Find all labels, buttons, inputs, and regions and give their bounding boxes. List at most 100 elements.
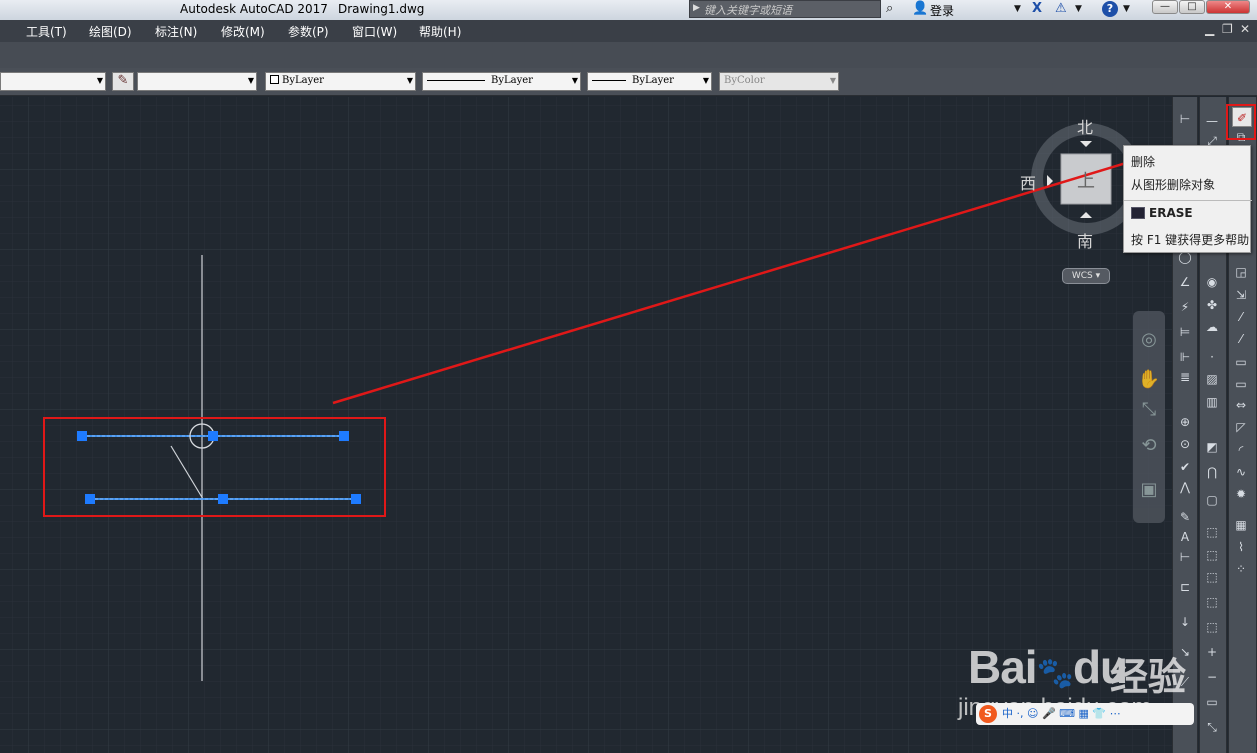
magnet-icon[interactable]: ⋂	[1202, 462, 1222, 482]
app-title: Autodesk AutoCAD 2017	[180, 2, 328, 16]
zoom-window-icon[interactable]: ⬚	[1202, 522, 1222, 542]
gradient-icon[interactable]: ▥	[1202, 392, 1222, 412]
break-at-point-icon[interactable]: ▭	[1231, 374, 1251, 394]
dim-update-icon[interactable]: ⊢	[1175, 547, 1195, 567]
explode-icon[interactable]: ✹	[1231, 484, 1251, 504]
properties-toolbar: ▼ ✎ ▼ ByLayer ▼ ByLayer ▼ ByLayer ▼ ByCo…	[0, 68, 1257, 96]
table-icon[interactable]: ▢	[1202, 490, 1222, 510]
help-dropdown-icon[interactable]: ▼	[1123, 4, 1130, 14]
extend-icon[interactable]: ⁄	[1231, 329, 1251, 349]
chamfer-icon[interactable]: ◸	[1231, 417, 1251, 437]
a360-icon[interactable]: ⚠	[1055, 1, 1067, 16]
style-combo[interactable]: ▼	[137, 72, 257, 91]
search-placeholder: 键入关键字或短语	[704, 4, 792, 17]
point-icon[interactable]: ·	[1202, 347, 1222, 367]
a360-dropdown-icon[interactable]: ▼	[1075, 4, 1082, 14]
menu-window[interactable]: 窗口(W)	[352, 23, 397, 40]
close-button[interactable]: ✕	[1206, 0, 1250, 14]
group-icon[interactable]: ▦	[1231, 515, 1251, 535]
trim-icon[interactable]: ⁄	[1231, 307, 1251, 327]
showmotion-icon[interactable]: ▣	[1137, 479, 1161, 503]
center-mark-icon[interactable]: ⊙	[1175, 434, 1195, 454]
region-icon[interactable]: ◩	[1202, 437, 1222, 457]
menu-parametric[interactable]: 参数(P)	[288, 23, 329, 40]
polyline-edit-icon[interactable]: ⌇	[1231, 537, 1251, 557]
command-line-icon	[1131, 207, 1145, 219]
dim-edit-icon[interactable]: ✎	[1175, 507, 1195, 527]
doc-restore-icon[interactable]: ❐	[1222, 22, 1233, 36]
linetype-combo[interactable]: ByLayer ▼	[422, 72, 581, 91]
doc-close-icon[interactable]: ✕	[1240, 22, 1250, 36]
tooltip-command: ERASE	[1131, 206, 1193, 220]
menu-modify[interactable]: 修改(M)	[221, 23, 265, 40]
ime-status-bar[interactable]: S 中 ·, ☺ 🎤 ⌨ ▦ 👕 ⋯	[976, 703, 1194, 725]
zoom-scale-icon[interactable]: ⬚	[1202, 567, 1222, 587]
menu-tools[interactable]: 工具(T)	[26, 23, 67, 40]
layer-combo[interactable]: ▼	[0, 72, 106, 91]
spline-icon[interactable]: ✤	[1202, 295, 1222, 315]
menu-dimension[interactable]: 标注(N)	[155, 23, 197, 40]
watermark-brand: Bai🐾du	[968, 640, 1128, 694]
menu-help[interactable]: 帮助(H)	[419, 23, 461, 40]
steering-wheel-icon[interactable]: ◎	[1137, 329, 1161, 353]
title-bar: Autodesk AutoCAD 2017 Drawing1.dwg ▶ 键入关…	[0, 0, 1257, 20]
ime-icons: 中 ·, ☺ 🎤 ⌨ ▦ 👕 ⋯	[1002, 707, 1121, 720]
sogou-logo-icon: S	[979, 705, 997, 723]
watermark-suffix: 经验	[1110, 655, 1187, 699]
continue-icon[interactable]: ⊩	[1175, 347, 1195, 367]
color-combo[interactable]: ByLayer ▼	[265, 72, 416, 91]
linear-dim-icon[interactable]: ⊢	[1175, 109, 1195, 129]
login-link[interactable]: 登录	[930, 2, 954, 19]
login-dropdown-icon[interactable]: ▼	[1014, 4, 1021, 14]
viewcube-north-label: 北	[1077, 118, 1094, 137]
stretch-icon[interactable]: ⇲	[1231, 285, 1251, 305]
viewcube-face-label: 上	[1077, 171, 1095, 192]
point-cloud-icon[interactable]: ⁘	[1231, 559, 1251, 579]
binoculars-icon[interactable]: ⌕	[886, 1, 893, 16]
hatch-icon[interactable]: ▨	[1202, 369, 1222, 389]
dim-style-icon[interactable]: ⊏	[1175, 577, 1195, 597]
blend-icon[interactable]: ∿	[1231, 462, 1251, 482]
minimize-button[interactable]: —	[1152, 0, 1178, 14]
join-icon[interactable]: ⇔	[1231, 395, 1251, 415]
zoom-extents-icon[interactable]: ⤡	[1137, 399, 1161, 423]
inspect-icon[interactable]: ✔	[1175, 457, 1195, 477]
user-icon[interactable]: 👤	[912, 1, 928, 16]
zoom-dynamic-icon[interactable]: ⬚	[1202, 545, 1222, 565]
donut-icon[interactable]: ◉	[1202, 272, 1222, 292]
tooltip-description: 从图形删除对象	[1131, 178, 1216, 192]
scale-icon[interactable]: ◲	[1231, 262, 1251, 282]
expand-arrow-icon[interactable]: ▶	[693, 3, 700, 13]
orbit-icon[interactable]: ⟲	[1137, 435, 1161, 459]
baidu-paw-icon: 🐾	[1036, 657, 1074, 690]
maximize-button[interactable]: □	[1179, 0, 1205, 14]
chevron-down-icon: ▼	[702, 76, 709, 85]
quick-dim-icon[interactable]: ⚡	[1175, 297, 1195, 317]
angular-dim-icon[interactable]: ∠	[1175, 272, 1195, 292]
help-icon[interactable]: ?	[1102, 1, 1118, 17]
baseline-icon[interactable]: ⊨	[1175, 322, 1195, 342]
line-icon[interactable]: —	[1202, 111, 1222, 131]
dim-space-icon[interactable]: ≣	[1175, 367, 1195, 387]
pan-hand-icon[interactable]: ✋	[1137, 369, 1161, 393]
plotstyle-combo[interactable]: ByColor ▼	[719, 72, 839, 91]
zoom-center-icon[interactable]: ⬚	[1202, 592, 1222, 612]
lineweight-value: ByLayer	[632, 75, 674, 86]
match-properties-icon[interactable]: ✎	[112, 72, 134, 91]
menu-draw[interactable]: 绘图(D)	[89, 23, 132, 40]
dim-text-edit-icon[interactable]: A	[1175, 527, 1195, 547]
annotation-erase-highlight	[1226, 104, 1256, 140]
doc-minimize-icon[interactable]: ▁	[1205, 22, 1214, 36]
annotation-selection-box	[43, 417, 386, 517]
tolerance-icon[interactable]: ⊕	[1175, 412, 1195, 432]
toolbar-area	[0, 42, 1257, 68]
revcloud-icon[interactable]: ☁	[1202, 317, 1222, 337]
break-icon[interactable]: ▭	[1231, 352, 1251, 372]
help-search-input[interactable]: ▶ 键入关键字或短语	[689, 0, 881, 18]
exchange-x-icon[interactable]: X	[1032, 1, 1042, 16]
tooltip-help-hint: 按 F1 键获得更多帮助	[1131, 233, 1250, 247]
jogged-linear-icon[interactable]: ⋀	[1175, 477, 1195, 497]
fillet-icon[interactable]: ◜	[1231, 440, 1251, 460]
wcs-menu[interactable]: WCS ▾	[1062, 268, 1110, 284]
lineweight-combo[interactable]: ByLayer ▼	[587, 72, 712, 91]
